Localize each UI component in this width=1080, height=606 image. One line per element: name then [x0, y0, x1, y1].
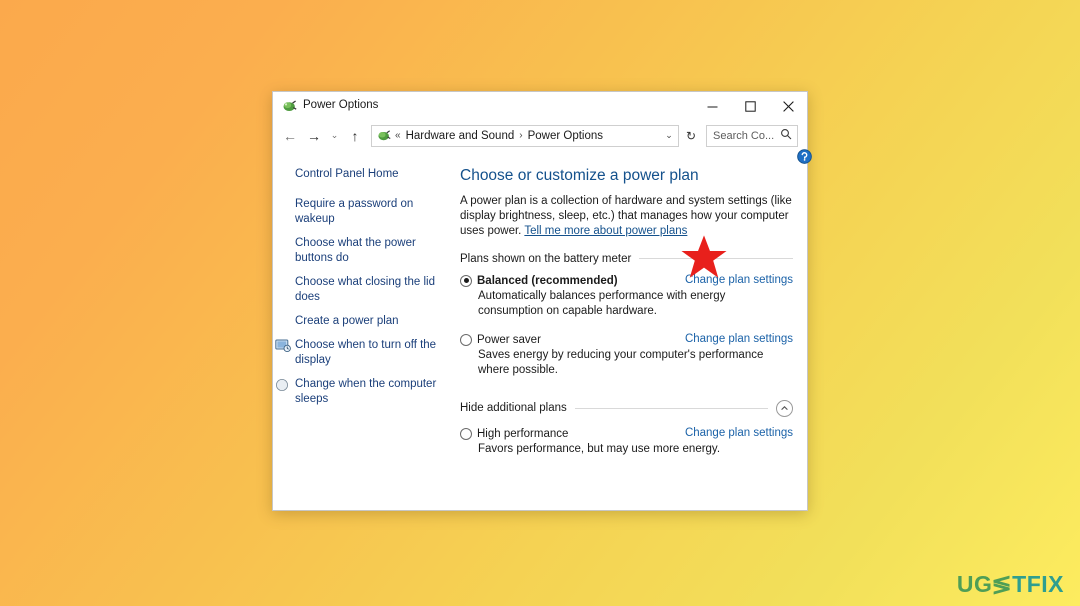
power-plug-icon [281, 98, 297, 114]
plan-description: Favors performance, but may use more ene… [478, 442, 721, 455]
display-icon [275, 339, 291, 353]
navigation-bar: ← → ⌄ ↑ « Hardware and Sound › Power Opt… [273, 120, 807, 151]
sidebar-item-turn-off-display[interactable]: Choose when to turn off the display [273, 338, 456, 368]
minimize-button[interactable] [693, 92, 731, 120]
plan-row: High performance Change plan settings [460, 427, 793, 441]
sleep-moon-icon [275, 378, 291, 392]
window-body: Control Panel Home Require a password on… [273, 151, 807, 510]
intro-paragraph: A power plan is a collection of hardware… [460, 194, 793, 239]
window-title: Power Options [303, 99, 379, 112]
change-plan-settings-link-power-saver[interactable]: Change plan settings [675, 333, 793, 345]
sidebar-item-computer-sleeps[interactable]: Change when the computer sleeps [273, 377, 456, 407]
radio-high-performance[interactable] [460, 427, 472, 440]
up-button[interactable]: ↑ [344, 125, 366, 147]
section-label[interactable]: Hide additional plans [460, 402, 567, 414]
sidebar-item-label: Change when the computer sleeps [295, 378, 437, 405]
address-power-plug-icon [376, 128, 391, 143]
search-icon [780, 127, 792, 145]
radio-power-saver[interactable] [460, 333, 472, 346]
main-content: Choose or customize a power plan A power… [456, 151, 807, 510]
plan-high-performance: High performance Change plan settings Fa… [460, 427, 793, 457]
breadcrumb-overflow[interactable]: « [395, 130, 401, 141]
sidebar-item-label: Choose when to turn off the display [295, 339, 437, 366]
sidebar-item-require-password[interactable]: Require a password on wakeup [273, 197, 456, 227]
desktop-background: Power Options ← → ⌄ ↑ « Hardware and Sou… [0, 0, 1080, 606]
search-placeholder: Search Co... [713, 129, 775, 142]
chevron-up-icon[interactable] [776, 399, 793, 417]
divider [574, 407, 768, 409]
ugetfix-watermark: UG≶TFIX [957, 573, 1064, 596]
tell-me-more-link[interactable]: Tell me more about power plans [524, 225, 687, 237]
watermark-part-1: UG [956, 571, 993, 597]
sidebar-item-control-panel-home[interactable]: Control Panel Home [273, 167, 456, 182]
recent-locations-button[interactable]: ⌄ [327, 125, 342, 147]
section-header-additional-plans: Hide additional plans [460, 399, 793, 417]
watermark-part-3: TFIX [1012, 571, 1064, 597]
plan-balanced: Balanced (recommended) Change plan setti… [460, 274, 793, 319]
sidebar: Control Panel Home Require a password on… [273, 151, 456, 510]
plan-description: Saves energy by reducing your computer's… [478, 348, 764, 376]
divider [639, 258, 793, 260]
radio-balanced[interactable] [460, 274, 472, 287]
section-label: Plans shown on the battery meter [460, 252, 632, 265]
watermark-lightning-glyph: ≶ [991, 571, 1013, 597]
section-header-battery-plans: Plans shown on the battery meter [460, 253, 793, 265]
forward-button[interactable]: → [303, 125, 325, 147]
chevron-down-icon[interactable]: ⌄ [660, 130, 678, 141]
plan-name[interactable]: Balanced (recommended) [477, 274, 618, 288]
breadcrumb-item-power-options[interactable]: Power Options [528, 130, 603, 142]
maximize-button[interactable] [731, 92, 769, 120]
search-input[interactable]: Search Co... [706, 124, 798, 147]
sidebar-item-power-buttons[interactable]: Choose what the power buttons do [273, 236, 456, 266]
close-button[interactable] [769, 92, 807, 120]
plan-row: Power saver Change plan settings [460, 333, 793, 347]
change-plan-settings-link-high-performance[interactable]: Change plan settings [675, 427, 793, 439]
back-button[interactable]: ← [279, 125, 301, 147]
help-circle-icon[interactable] [797, 149, 812, 164]
sidebar-item-closing-lid[interactable]: Choose what closing the lid does [273, 275, 456, 305]
plan-power-saver: Power saver Change plan settings Saves e… [460, 333, 793, 378]
window-controls [693, 92, 807, 120]
plan-name[interactable]: Power saver [477, 333, 541, 347]
power-options-window: Power Options ← → ⌄ ↑ « Hardware and Sou… [272, 91, 808, 511]
change-plan-settings-link-balanced[interactable]: Change plan settings [675, 274, 793, 286]
refresh-button[interactable]: ↻ [681, 125, 701, 147]
window-titlebar: Power Options [273, 92, 807, 120]
breadcrumb: « Hardware and Sound › Power Options [395, 130, 603, 142]
address-bar[interactable]: « Hardware and Sound › Power Options ⌄ [371, 124, 679, 147]
breadcrumb-item-hardware-and-sound[interactable]: Hardware and Sound [406, 130, 515, 142]
breadcrumb-separator: › [519, 130, 523, 141]
plan-name[interactable]: High performance [477, 427, 568, 441]
page-title: Choose or customize a power plan [460, 167, 699, 184]
plan-description: Automatically balances performance with … [478, 289, 726, 317]
sidebar-item-create-power-plan[interactable]: Create a power plan [273, 314, 456, 329]
plan-row: Balanced (recommended) Change plan setti… [460, 274, 793, 288]
